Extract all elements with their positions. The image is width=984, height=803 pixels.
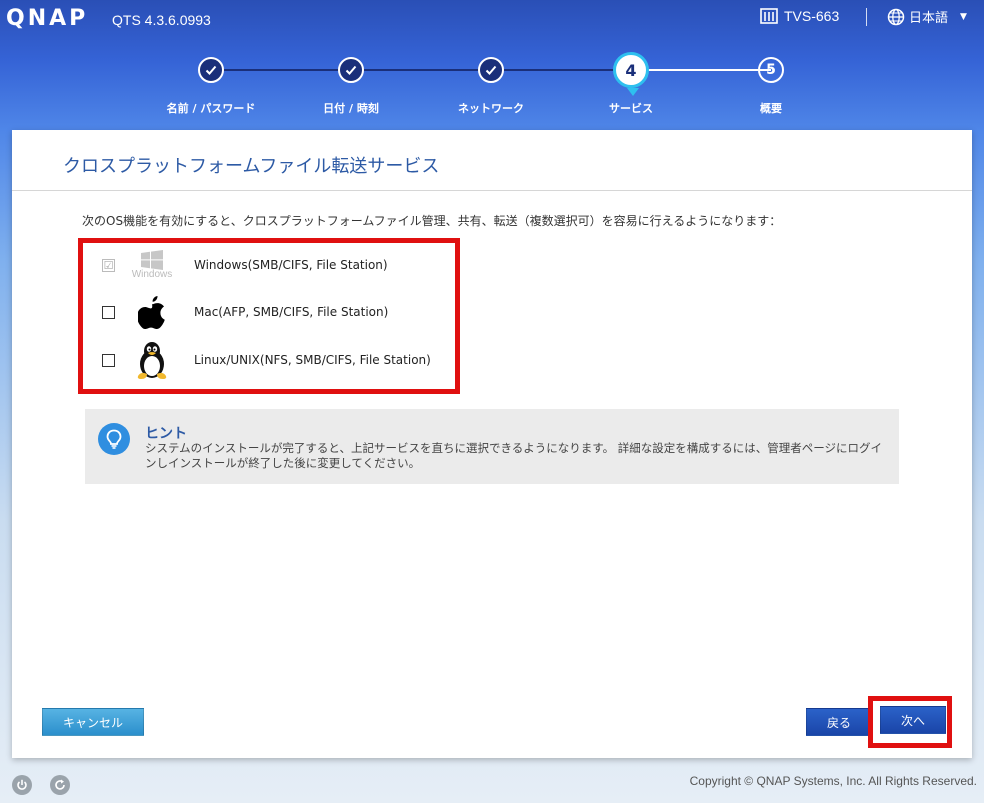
header-divider [866, 8, 867, 26]
step-line-done [211, 69, 631, 71]
option-mac: Mac(AFP, SMB/CIFS, File Station) [102, 292, 388, 332]
step-1-done [198, 57, 224, 83]
step-3-done [478, 57, 504, 83]
next-button[interactable]: 次へ [880, 706, 946, 734]
top-bar: QNAP QTS 4.3.6.0993 TVS-663 日本語 ▼ [0, 0, 984, 38]
windows-option-label: Windows(SMB/CIFS, File Station) [194, 258, 388, 272]
linux-option-label: Linux/UNIX(NFS, SMB/CIFS, File Station) [194, 353, 431, 367]
intro-text: 次のOS機能を有効にすると、クロスプラットフォームファイル管理、共有、転送（複数… [82, 214, 782, 228]
mac-option-label: Mac(AFP, SMB/CIFS, File Station) [194, 305, 389, 319]
firmware-version: QTS 4.3.6.0993 [112, 12, 211, 28]
tux-penguin-icon [130, 340, 174, 380]
device-name: TVS-663 [784, 8, 840, 24]
option-linux: Linux/UNIX(NFS, SMB/CIFS, File Station) [102, 340, 431, 380]
chevron-down-icon: ▼ [960, 11, 967, 22]
checkmark-icon [205, 65, 217, 75]
hint-title: ヒント [145, 426, 187, 442]
language-selector[interactable]: 日本語 ▼ [887, 7, 967, 26]
copyright-text: Copyright © QNAP Systems, Inc. All Right… [689, 774, 977, 788]
power-icon[interactable] [12, 775, 32, 795]
cancel-button[interactable]: キャンセル [42, 708, 144, 736]
language-label: 日本語 [909, 11, 949, 26]
checkmark-icon [485, 65, 497, 75]
device-info: TVS-663 [760, 8, 839, 24]
mac-checkbox[interactable] [102, 305, 115, 319]
restart-icon[interactable] [50, 775, 70, 795]
wizard-steps: 4 5 名前 / パスワード 日付 / 時刻 ネットワーク サービス 概要 [0, 52, 984, 122]
linux-checkbox[interactable] [102, 353, 115, 367]
globe-icon [887, 8, 905, 25]
current-step-pointer [627, 88, 639, 96]
windows-caption: Windows [131, 269, 173, 280]
step-5-todo: 5 [758, 57, 784, 83]
nas-device-icon [760, 8, 778, 24]
step-label-name-password: 名前 / パスワード [166, 102, 256, 115]
step-4-current: 4 [613, 52, 649, 88]
step-label-date-time: 日付 / 時刻 [323, 102, 379, 115]
checkmark-icon [345, 65, 357, 75]
step-label-summary: 概要 [760, 102, 782, 115]
hint-box: ヒント システムのインストールが完了すると、上記サービスを直ちに選択できるように… [85, 409, 899, 484]
step-line-todo [631, 69, 771, 71]
hint-text: システムのインストールが完了すると、上記サービスを直ちに選択できるようになります… [145, 441, 883, 470]
step-label-network: ネットワーク [458, 102, 524, 115]
windows-checkbox[interactable]: ☑ [102, 258, 115, 272]
page-title: クロスプラットフォームファイル転送サービス [63, 156, 440, 177]
back-button[interactable]: 戻る [806, 708, 872, 736]
lightbulb-icon [98, 423, 130, 455]
apple-logo-icon [130, 292, 174, 332]
title-divider [12, 190, 972, 191]
option-windows: ☑ Windows Windows(SMB/CIFS, File Station… [102, 245, 388, 285]
windows-logo-icon: Windows [130, 245, 174, 285]
wizard-panel: クロスプラットフォームファイル転送サービス 次のOS機能を有効にすると、クロスプ… [12, 130, 972, 758]
step-label-services: サービス [609, 102, 653, 115]
step-2-done [338, 57, 364, 83]
qnap-logo: QNAP [6, 6, 89, 31]
